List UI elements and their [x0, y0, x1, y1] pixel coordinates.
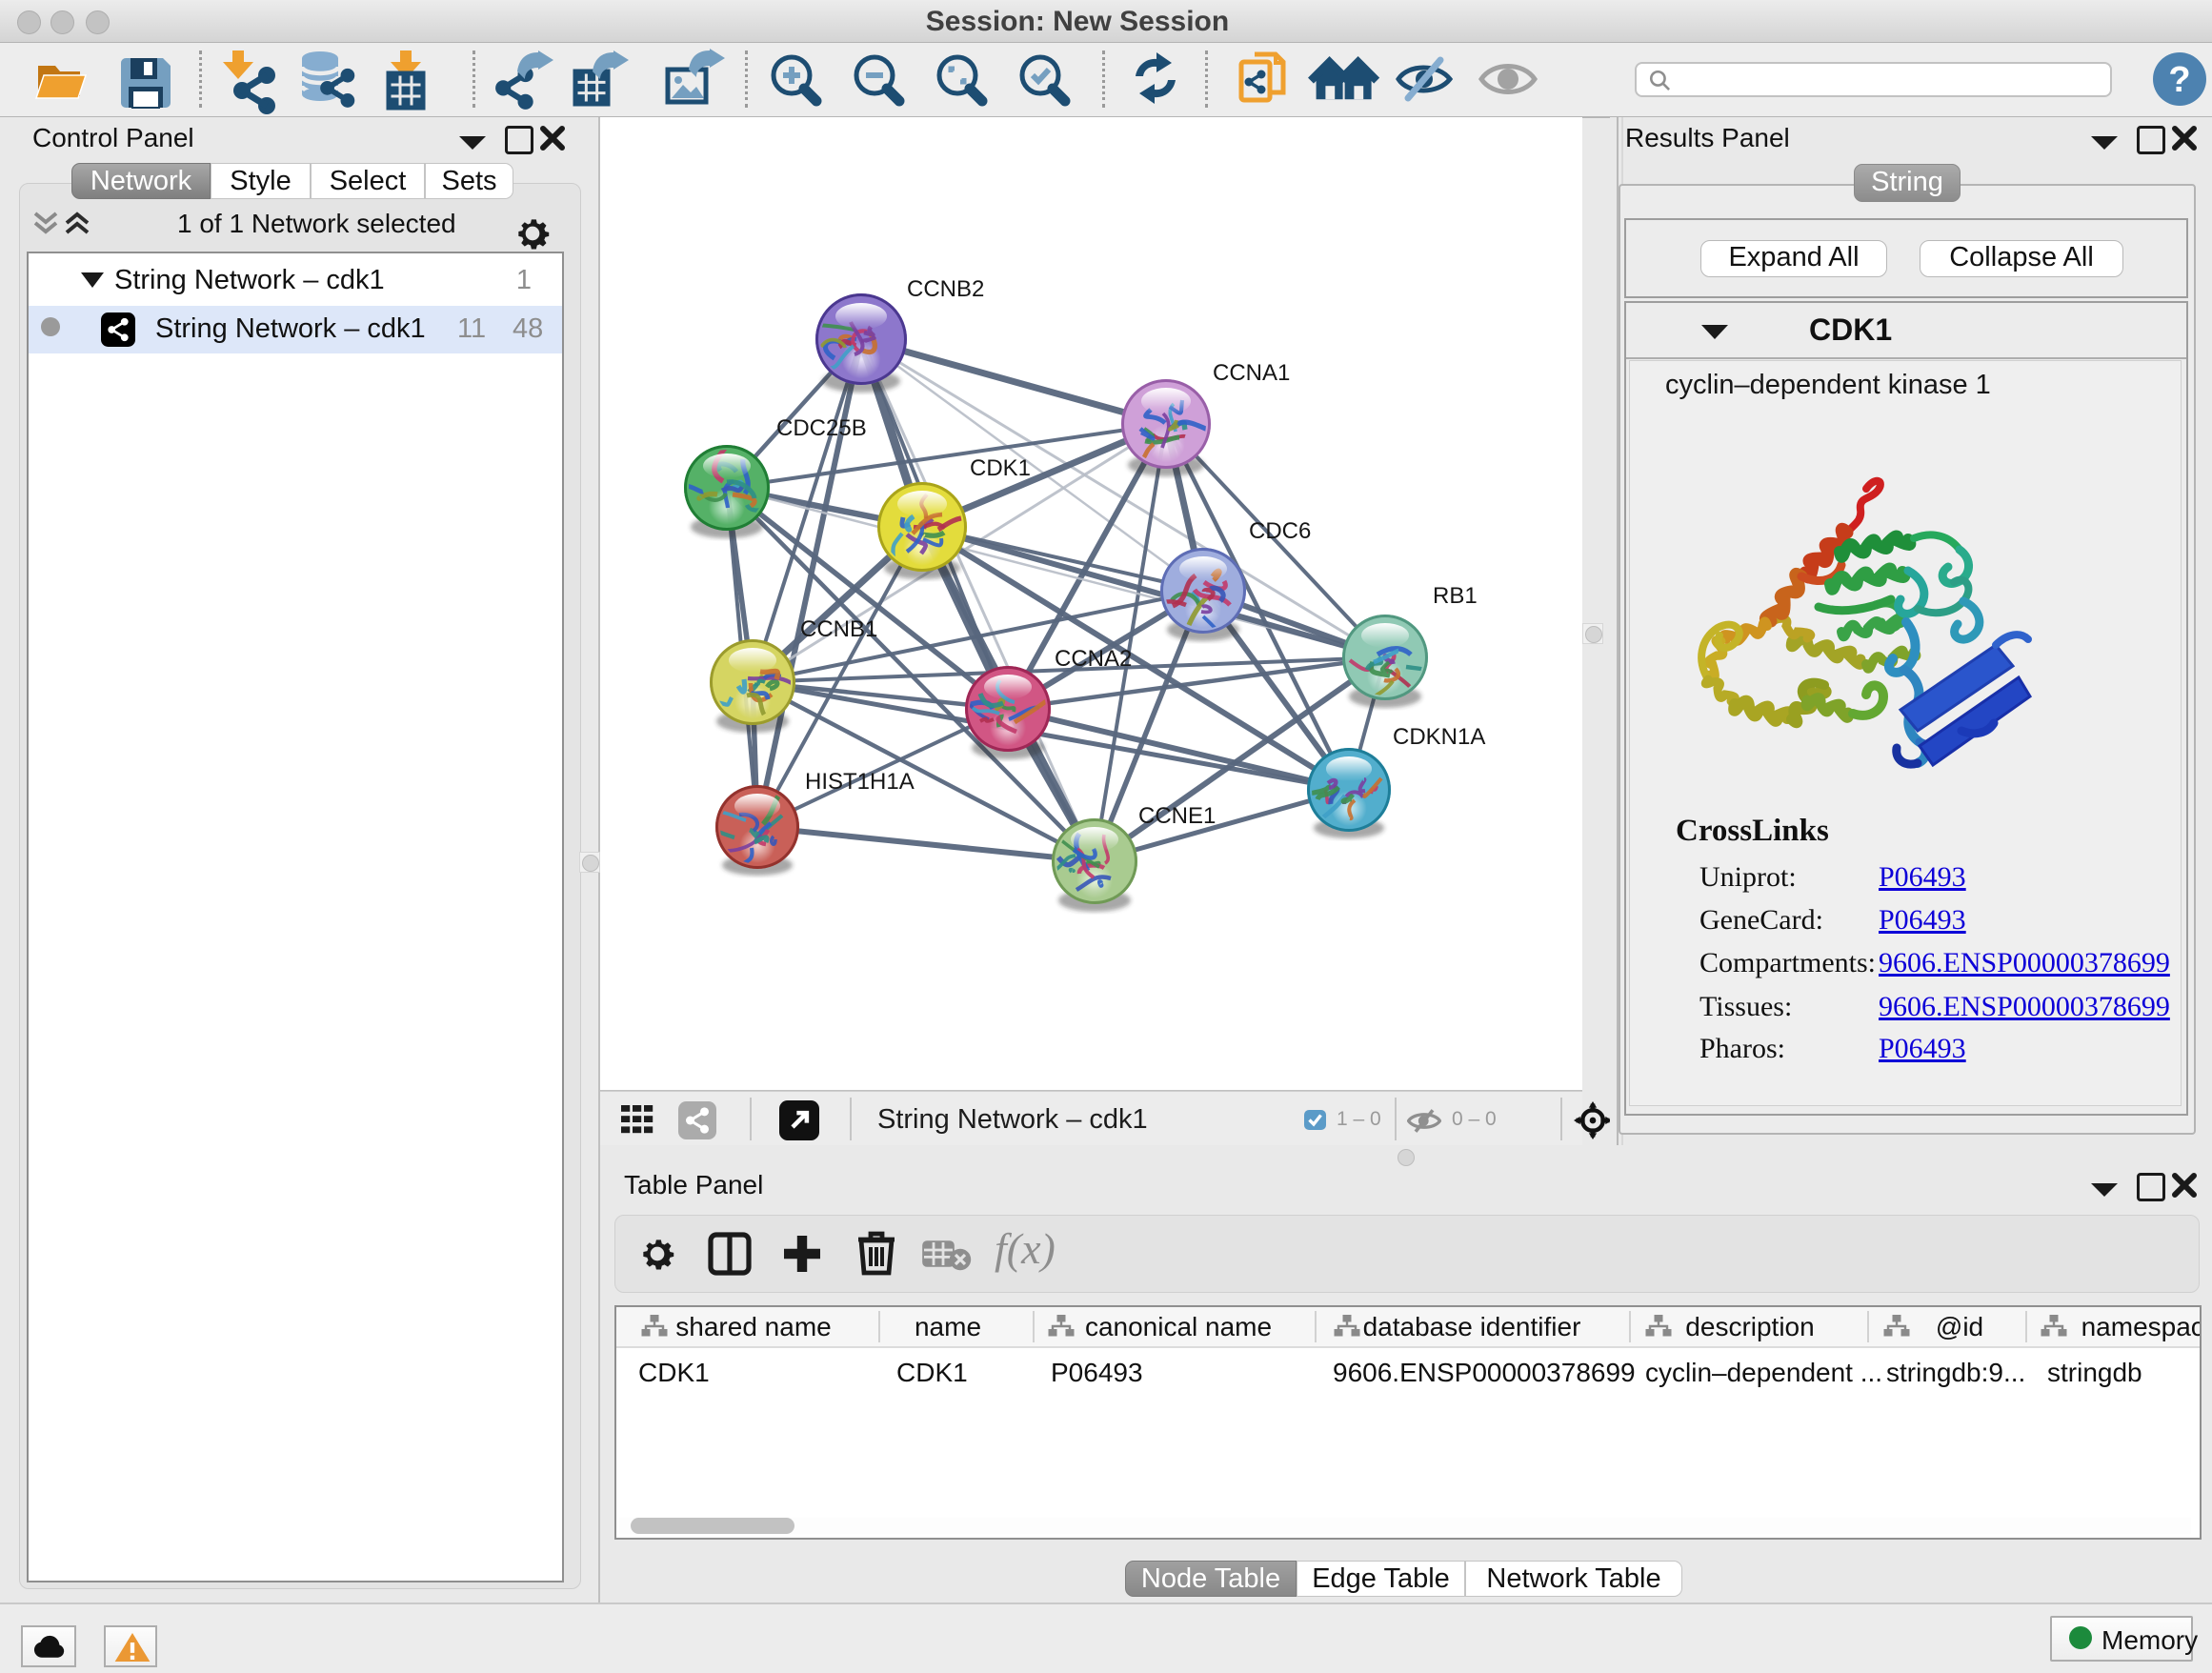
svg-text:HIST1H1A: HIST1H1A [805, 769, 915, 795]
svg-text:CDK1: CDK1 [970, 455, 1031, 481]
svg-text:CDC6: CDC6 [1249, 518, 1311, 544]
svg-text:?: ? [2168, 60, 2190, 100]
svg-text:CCNB2: CCNB2 [907, 276, 984, 302]
svg-text:CDC25B: CDC25B [776, 415, 867, 441]
svg-text:CCNA1: CCNA1 [1213, 360, 1290, 386]
svg-text:CDKN1A: CDKN1A [1393, 724, 1485, 750]
svg-text:CCNE1: CCNE1 [1138, 803, 1216, 829]
svg-text:CCNB1: CCNB1 [800, 616, 877, 642]
svg-text:RB1: RB1 [1433, 583, 1478, 609]
svg-text:CCNA2: CCNA2 [1055, 646, 1132, 672]
